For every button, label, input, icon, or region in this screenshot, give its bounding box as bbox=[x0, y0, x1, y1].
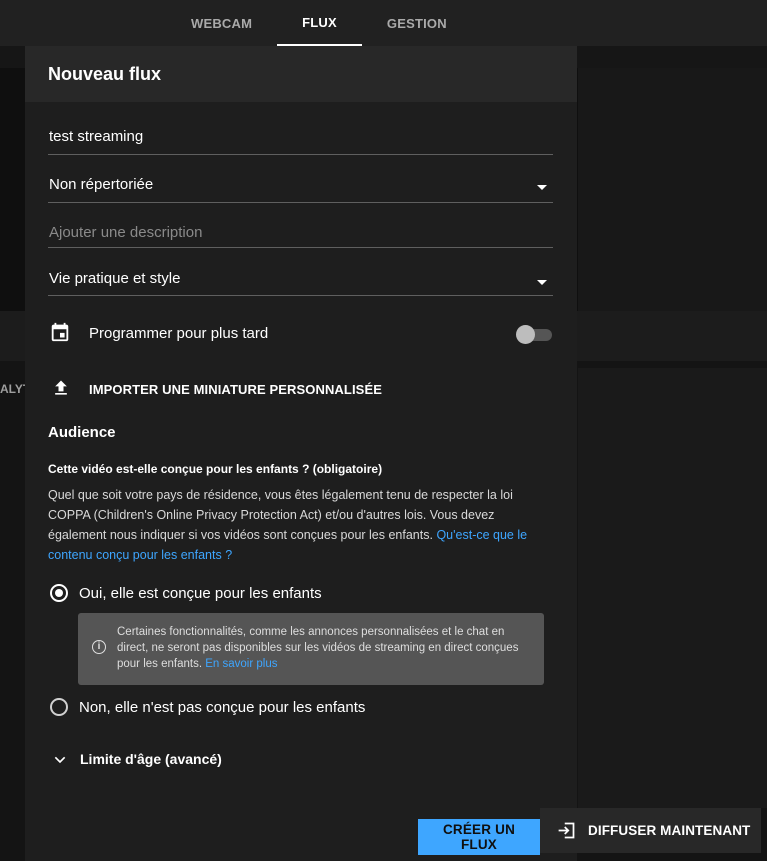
description-field[interactable] bbox=[48, 202, 553, 248]
go-live-icon bbox=[558, 822, 575, 839]
chevron-down-icon[interactable] bbox=[52, 752, 68, 768]
made-for-kids-no-radio[interactable] bbox=[50, 698, 68, 716]
new-stream-dialog: Nouveau flux test streaming Non répertor… bbox=[25, 46, 577, 861]
description-input[interactable] bbox=[49, 224, 529, 241]
background-preview-panel bbox=[578, 68, 767, 313]
tab-gestion[interactable]: GESTION bbox=[362, 0, 472, 46]
dropdown-arrow-icon bbox=[537, 280, 547, 285]
info-message: Certaines fonctionnalités, comme les ann… bbox=[117, 626, 519, 670]
radio-selected-dot bbox=[55, 589, 63, 597]
calendar-icon bbox=[51, 322, 69, 342]
background-lower-panel bbox=[578, 368, 767, 808]
age-limit-toggle[interactable]: Limite d'âge (avancé) bbox=[80, 751, 222, 767]
learn-more-link[interactable]: En savoir plus bbox=[205, 658, 277, 670]
upload-thumbnail-button[interactable]: IMPORTER UNE MINIATURE PERSONNALISÉE bbox=[89, 382, 382, 397]
audience-explanation: Quel que soit votre pays de résidence, v… bbox=[48, 485, 548, 565]
schedule-label: Programmer pour plus tard bbox=[89, 325, 269, 342]
made-for-kids-no-label[interactable]: Non, elle n'est pas conçue pour les enfa… bbox=[79, 699, 365, 716]
category-select[interactable]: Vie pratique et style bbox=[48, 247, 553, 296]
info-icon: i bbox=[92, 640, 106, 654]
info-box: i Certaines fonctionnalités, comme les a… bbox=[78, 613, 544, 685]
visibility-select-value: Non répertoriée bbox=[49, 176, 154, 193]
tab-bar: WEBCAM FLUX GESTION bbox=[166, 0, 472, 46]
go-live-now-label: DIFFUSER MAINTENANT bbox=[588, 823, 751, 838]
toggle-knob bbox=[516, 325, 535, 344]
upload-icon[interactable] bbox=[51, 378, 71, 398]
made-for-kids-yes-label[interactable]: Oui, elle est conçue pour les enfants bbox=[79, 585, 322, 602]
made-for-kids-yes-radio[interactable] bbox=[50, 584, 68, 602]
category-select-value: Vie pratique et style bbox=[49, 270, 181, 287]
dropdown-arrow-icon bbox=[537, 185, 547, 190]
title-field[interactable]: test streaming bbox=[48, 106, 553, 155]
go-live-panel: DIFFUSER MAINTENANT bbox=[540, 808, 761, 853]
create-stream-button[interactable]: CRÉER UN FLUX bbox=[418, 819, 540, 855]
audience-question: Cette vidéo est-elle conçue pour les enf… bbox=[48, 462, 383, 476]
go-live-now-button[interactable]: DIFFUSER MAINTENANT bbox=[556, 820, 750, 841]
title-field-value[interactable]: test streaming bbox=[49, 128, 143, 145]
dialog-header: Nouveau flux bbox=[25, 46, 577, 102]
tab-flux[interactable]: FLUX bbox=[277, 0, 362, 46]
info-text: Certaines fonctionnalités, comme les ann… bbox=[117, 624, 527, 672]
tab-webcam[interactable]: WEBCAM bbox=[166, 0, 277, 46]
audience-heading: Audience bbox=[48, 424, 116, 441]
visibility-select[interactable]: Non répertoriée bbox=[48, 154, 553, 203]
schedule-toggle[interactable] bbox=[516, 324, 554, 344]
dialog-title: Nouveau flux bbox=[48, 64, 162, 84]
